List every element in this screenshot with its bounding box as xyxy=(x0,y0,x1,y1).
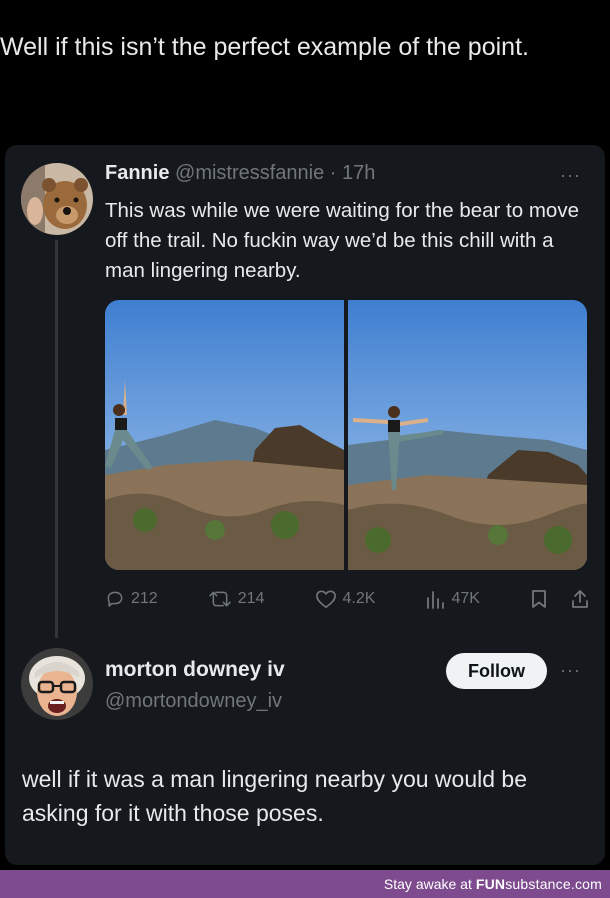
tweet-actions: 212 214 4.2K 47K xyxy=(105,585,590,613)
reply-action[interactable]: 212 xyxy=(105,589,158,609)
bookmark-share-group xyxy=(530,589,590,609)
more-icon[interactable]: ··· xyxy=(560,165,581,186)
tweet-author-meta[interactable]: @mistressfannie · 17h xyxy=(169,162,375,184)
reply-count: 212 xyxy=(131,590,158,607)
retweet-count: 214 xyxy=(237,590,265,607)
reply-author-handle[interactable]: @mortondowney_iv xyxy=(105,690,282,713)
tweet-media[interactable] xyxy=(105,300,587,570)
site-footer: Stay awake at FUNsubstance.com xyxy=(0,870,610,898)
like-icon xyxy=(315,590,336,608)
like-count: 4.2K xyxy=(342,590,376,607)
follow-button[interactable]: Follow xyxy=(446,653,547,689)
footer-brand-suffix: .com xyxy=(570,876,602,892)
reply-author-name[interactable]: morton downey iv xyxy=(105,658,285,682)
tweet-photo-2[interactable] xyxy=(348,300,587,570)
more-icon[interactable]: ··· xyxy=(560,660,581,681)
views-icon xyxy=(427,591,445,609)
tweet-text: This was while we were waiting for the b… xyxy=(105,199,579,282)
morton-avatar[interactable] xyxy=(21,648,93,720)
retweet-action[interactable]: 214 xyxy=(208,589,265,609)
tweet-photo-1[interactable] xyxy=(105,300,344,570)
footer-brand-link[interactable]: FUNsubstance.com xyxy=(476,876,602,892)
fannie-avatar[interactable] xyxy=(21,163,93,235)
thread-line xyxy=(55,240,58,638)
footer-brand-rest: substance xyxy=(505,876,571,892)
like-action[interactable]: 4.2K xyxy=(315,589,376,609)
tweet-author-name[interactable]: Fannie xyxy=(105,162,169,184)
bookmark-icon[interactable] xyxy=(530,589,548,609)
footer-brand-bold: FUN xyxy=(475,876,506,892)
retweet-icon xyxy=(209,591,231,607)
post-caption: Well if this isn’t the perfect example o… xyxy=(0,33,529,61)
reply-icon xyxy=(107,591,123,607)
views-action[interactable]: 47K xyxy=(425,589,480,609)
views-count: 47K xyxy=(451,590,480,607)
footer-prefix: Stay awake at xyxy=(383,876,472,892)
reply-text: well if it was a man lingering nearby yo… xyxy=(22,766,527,826)
tweet-header: Fannie @mistressfannie · 17h xyxy=(105,162,375,185)
share-icon[interactable] xyxy=(570,589,590,609)
